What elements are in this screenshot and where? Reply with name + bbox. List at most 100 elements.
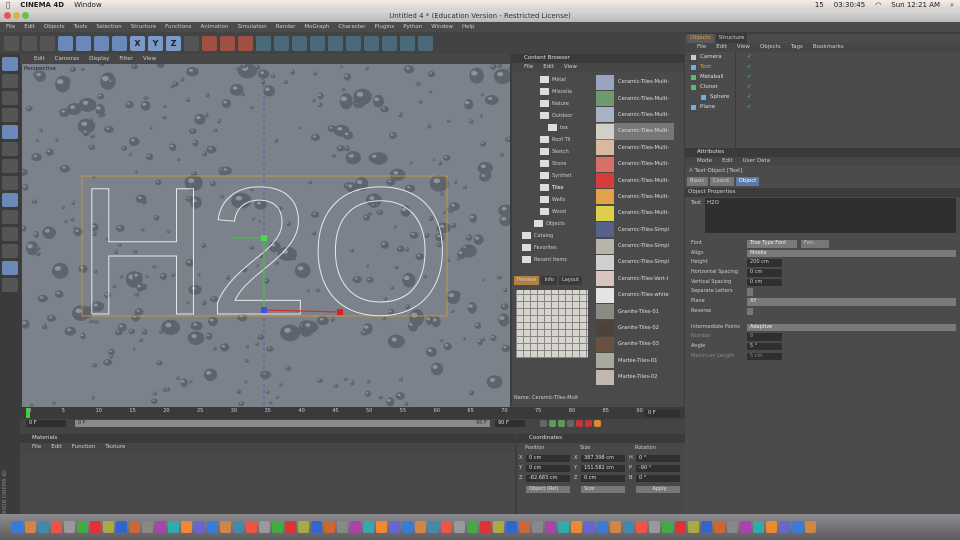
- material-file[interactable]: Ceramic-Tiles-Simpl: [596, 254, 674, 270]
- cube-icon[interactable]: [256, 35, 271, 51]
- mat-menu-edit[interactable]: Edit: [51, 443, 62, 452]
- obj-menu-tags[interactable]: Tags: [791, 43, 803, 52]
- frame-readout[interactable]: 0 F: [645, 410, 680, 417]
- p-rot-field[interactable]: -90 °: [636, 465, 680, 472]
- viewport-menu-cameras[interactable]: Cameras: [55, 54, 79, 64]
- material-file[interactable]: Marble-Tiles-02: [596, 369, 674, 385]
- folder-metal[interactable]: Metal: [516, 74, 594, 86]
- folder-outdoor[interactable]: Outdoor: [516, 110, 594, 122]
- dock-app-icon[interactable]: [77, 521, 88, 533]
- scene-icon[interactable]: [346, 35, 361, 51]
- material-file[interactable]: Ceramic-Tiles-Multi-: [596, 156, 674, 172]
- menu-edit[interactable]: Edit: [24, 22, 35, 32]
- menu-selection[interactable]: Selection: [96, 22, 121, 32]
- folder-objects[interactable]: Objects: [516, 218, 594, 230]
- dock-app-icon[interactable]: [168, 521, 179, 533]
- render-settings-icon[interactable]: [238, 35, 253, 51]
- menu-structure[interactable]: Structure: [131, 22, 157, 32]
- world-coords-icon[interactable]: [184, 35, 199, 51]
- obj-menu-edit[interactable]: Edit: [716, 43, 727, 52]
- pen-icon[interactable]: [274, 35, 289, 51]
- object-camera[interactable]: Camera ✓: [685, 52, 960, 62]
- dock-app-icon[interactable]: [350, 521, 361, 533]
- tab-coord[interactable]: Coord.: [709, 177, 734, 186]
- settings-icon[interactable]: [418, 35, 433, 51]
- dock-app-icon[interactable]: [675, 521, 686, 533]
- zoom-button[interactable]: [22, 12, 29, 19]
- material-file[interactable]: Ceramic-Tiles-Multi-: [596, 140, 674, 156]
- prop-dropdown[interactable]: Adaptive: [747, 323, 956, 331]
- mat-menu-function[interactable]: Function: [72, 443, 95, 452]
- material-file[interactable]: Ceramic-Tiles-white: [596, 287, 674, 303]
- left-tool-icon[interactable]: [2, 74, 18, 88]
- object-text[interactable]: Text ✓: [685, 62, 960, 72]
- x-size-field[interactable]: 387.398 cm: [581, 455, 625, 462]
- material-file[interactable]: Ceramic-Tiles-Simpl: [596, 222, 674, 238]
- folder-nature[interactable]: Nature: [516, 98, 594, 110]
- dock-app-icon[interactable]: [337, 521, 348, 533]
- folder-wood[interactable]: Wood: [516, 206, 594, 218]
- play-button[interactable]: [549, 420, 556, 427]
- menu-tools[interactable]: Tools: [74, 22, 88, 32]
- scale-icon[interactable]: [76, 35, 91, 51]
- object-sphere[interactable]: Sphere ✓: [685, 92, 960, 102]
- dock-app-icon[interactable]: [727, 521, 738, 533]
- obj-menu-file[interactable]: File: [697, 43, 706, 52]
- dock-app-icon[interactable]: [532, 521, 543, 533]
- dock-app-icon[interactable]: [324, 521, 335, 533]
- dock-app-icon[interactable]: [181, 521, 192, 533]
- coord-mode-dropdown[interactable]: Object (Rel): [526, 486, 570, 493]
- font-type-dropdown[interactable]: True Type Font: [747, 240, 797, 248]
- menu-window[interactable]: Window: [431, 22, 453, 32]
- dock-app-icon[interactable]: [467, 521, 478, 533]
- z-size-field[interactable]: 0 cm: [581, 475, 625, 482]
- left-tool-icon[interactable]: [2, 227, 18, 241]
- object-metaball[interactable]: Metaball ✓: [685, 72, 960, 82]
- menu-file[interactable]: File: [6, 22, 15, 32]
- viewport-menu-display[interactable]: Display: [89, 54, 109, 64]
- folder-catalog[interactable]: Catalog: [516, 230, 594, 242]
- dock-app-icon[interactable]: [506, 521, 517, 533]
- playhead[interactable]: [26, 408, 30, 418]
- folder-stone[interactable]: Stone: [516, 158, 594, 170]
- subdivision-icon[interactable]: [292, 35, 307, 51]
- dock-app-icon[interactable]: [688, 521, 699, 533]
- z-pos-field[interactable]: -82.683 cm: [526, 475, 570, 482]
- dock-app-icon[interactable]: [246, 521, 257, 533]
- dock-app-icon[interactable]: [740, 521, 751, 533]
- visibility-check-icon[interactable]: ✓: [747, 92, 752, 102]
- prop-dropdown[interactable]: XY: [747, 298, 956, 306]
- mat-menu-file[interactable]: File: [32, 443, 41, 452]
- tab-preview[interactable]: Preview: [514, 276, 540, 285]
- spotlight-icon[interactable]: ⌕: [950, 1, 954, 10]
- wifi-icon[interactable]: ◠: [875, 1, 881, 9]
- dock-app-icon[interactable]: [259, 521, 270, 533]
- render-picture-icon[interactable]: [220, 35, 235, 51]
- b-rot-field[interactable]: 0 °: [636, 475, 680, 482]
- dock-app-icon[interactable]: [51, 521, 62, 533]
- dock-app-icon[interactable]: [623, 521, 634, 533]
- dock-app-icon[interactable]: [38, 521, 49, 533]
- dock-app-icon[interactable]: [792, 521, 803, 533]
- python-icon[interactable]: [400, 35, 415, 51]
- prop-field[interactable]: 0 cm: [747, 278, 782, 287]
- timer[interactable]: 03:30:45: [834, 1, 865, 9]
- z-handle[interactable]: [261, 307, 267, 313]
- y-pos-field[interactable]: 0 cm: [526, 465, 570, 472]
- menu-objects[interactable]: Objects: [44, 22, 65, 32]
- tab-object[interactable]: Object: [735, 177, 760, 186]
- material-file[interactable]: Granite-Tiles-02: [596, 320, 674, 336]
- dock-app-icon[interactable]: [155, 521, 166, 533]
- menu-render[interactable]: Render: [276, 22, 296, 32]
- dock-app-icon[interactable]: [376, 521, 387, 533]
- go-start-button[interactable]: [540, 420, 547, 427]
- cb-menu-view[interactable]: View: [564, 63, 577, 72]
- recent-icon[interactable]: [112, 35, 127, 51]
- mat-menu-texture[interactable]: Texture: [105, 443, 125, 452]
- folder-sketch[interactable]: Sketch: [516, 146, 594, 158]
- prop-field[interactable]: 5 °: [747, 342, 782, 351]
- z-icon[interactable]: Z: [166, 35, 181, 51]
- dock-app-icon[interactable]: [194, 521, 205, 533]
- left-tool-icon[interactable]: [2, 142, 18, 156]
- object-cloner[interactable]: Cloner ✓: [685, 82, 960, 92]
